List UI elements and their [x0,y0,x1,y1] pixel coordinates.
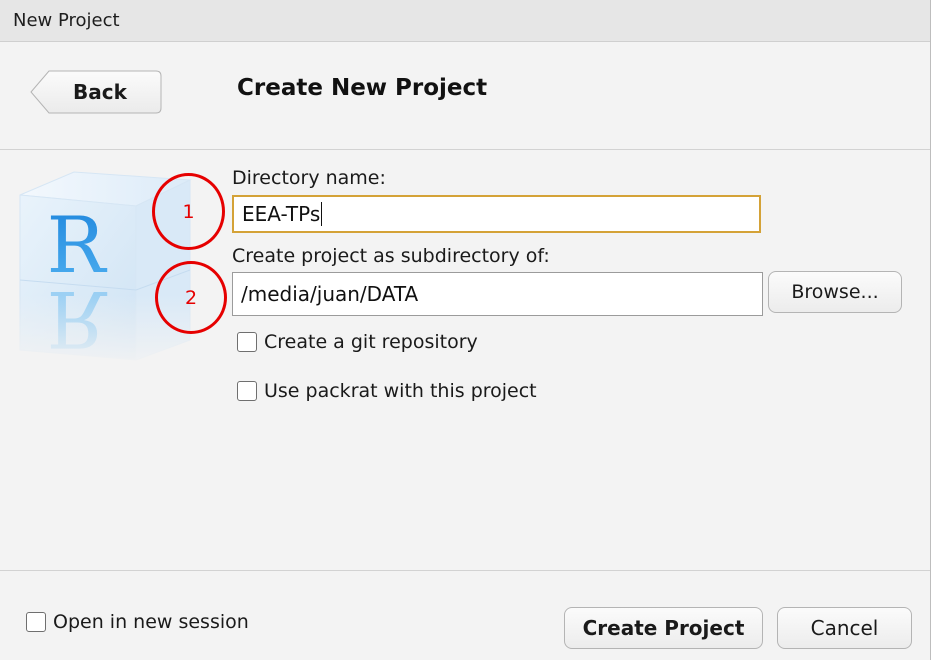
annotation-circle-1: 1 [152,173,225,250]
browse-button-label: Browse... [791,281,879,303]
annotation-circle-2: 2 [155,261,227,334]
new-project-dialog: New Project Back Create New Project R 1 … [0,0,931,660]
packrat-option[interactable]: Use packrat with this project [237,380,537,402]
new-session-checkbox[interactable] [26,612,46,632]
subdirectory-label: Create project as subdirectory of: [232,245,550,267]
text-caret [321,202,323,226]
page-title: Create New Project [237,75,488,101]
create-project-label: Create Project [582,616,745,640]
git-repository-checkbox[interactable] [237,332,257,352]
create-project-button[interactable]: Create Project [564,607,763,649]
browse-button[interactable]: Browse... [768,271,902,313]
packrat-checkbox[interactable] [237,381,257,401]
wizard-header: Back Create New Project [0,42,930,150]
cancel-button-label: Cancel [810,616,879,640]
packrat-label: Use packrat with this project [264,380,537,402]
subdirectory-value: /media/juan/DATA [241,282,419,306]
window-title: New Project [13,10,120,31]
back-button-label: Back [73,80,127,104]
new-session-label: Open in new session [53,611,249,633]
title-bar[interactable]: New Project [0,0,930,42]
git-repository-option[interactable]: Create a git repository [237,331,478,353]
annotation-number-2: 2 [184,286,198,309]
new-session-option[interactable]: Open in new session [26,611,249,633]
git-repository-label: Create a git repository [264,331,478,353]
directory-name-value: EEA-TPs [242,202,321,226]
back-button[interactable]: Back [30,70,162,114]
directory-name-field[interactable]: EEA-TPs [232,195,761,233]
cancel-button[interactable]: Cancel [777,607,912,649]
annotation-number-1: 1 [182,200,195,223]
directory-name-label: Directory name: [232,167,386,189]
subdirectory-field[interactable]: /media/juan/DATA [232,272,763,316]
